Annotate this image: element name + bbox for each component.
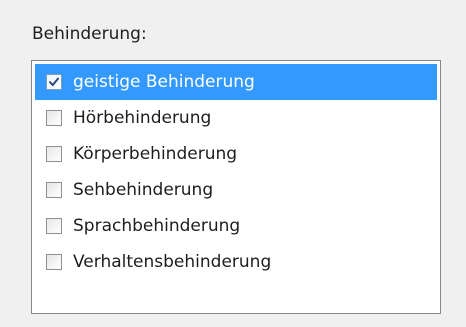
disability-checklist[interactable]: geistige Behinderung Hörbehinderung Körp… xyxy=(31,60,441,314)
section-label: Behinderung: xyxy=(32,24,147,44)
checkbox[interactable] xyxy=(46,146,62,162)
checkbox[interactable] xyxy=(46,110,62,126)
list-item-label: Verhaltensbehinderung xyxy=(73,252,272,272)
list-item-sehbehinderung[interactable]: Sehbehinderung xyxy=(35,172,437,208)
panel: Behinderung: geistige Behinderung Hörbeh… xyxy=(0,0,466,327)
list-item-sprachbehinderung[interactable]: Sprachbehinderung xyxy=(35,208,437,244)
checkbox[interactable] xyxy=(46,182,62,198)
checklist-items: geistige Behinderung Hörbehinderung Körp… xyxy=(35,64,437,280)
list-item-geistige-behinderung[interactable]: geistige Behinderung xyxy=(35,64,437,100)
list-item-label: Sprachbehinderung xyxy=(73,216,241,236)
list-item-koerperbehinderung[interactable]: Körperbehinderung xyxy=(35,136,437,172)
list-item-label: Hörbehinderung xyxy=(73,108,212,128)
list-item-verhaltensbehinderung[interactable]: Verhaltensbehinderung xyxy=(35,244,437,280)
list-item-hoerbehinderung[interactable]: Hörbehinderung xyxy=(35,100,437,136)
list-item-label: Körperbehinderung xyxy=(73,144,238,164)
checkbox[interactable] xyxy=(46,254,62,270)
checkbox[interactable] xyxy=(46,218,62,234)
list-item-label: Sehbehinderung xyxy=(73,180,214,200)
check-icon xyxy=(49,77,59,86)
checkbox[interactable] xyxy=(46,74,62,90)
list-item-label: geistige Behinderung xyxy=(73,72,255,92)
